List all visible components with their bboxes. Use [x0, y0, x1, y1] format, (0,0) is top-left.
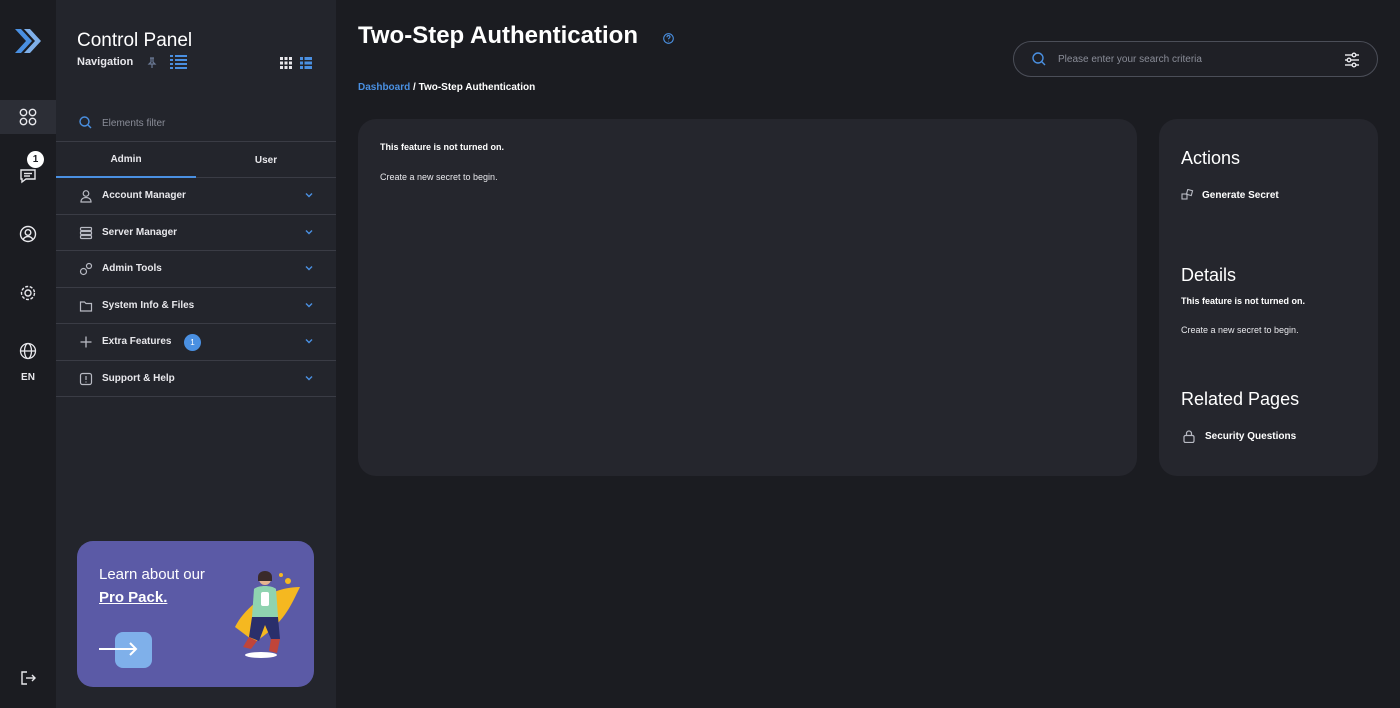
sidebar-item-label: Server Manager: [102, 226, 178, 238]
server-icon: [79, 226, 93, 239]
sidebar-item-admin-tools[interactable]: Admin Tools: [56, 251, 336, 288]
breadcrumb-current: Two-Step Authentication: [418, 82, 536, 93]
user-icon: [80, 190, 92, 203]
sidebar-tabs: Admin User: [56, 142, 336, 178]
messages-rail-button[interactable]: 1: [0, 151, 56, 193]
security-questions-link[interactable]: Security Questions: [1181, 430, 1296, 443]
sidebar-item-server-manager[interactable]: Server Manager: [56, 215, 336, 251]
lock-icon: [1183, 430, 1195, 443]
sidebar-item-label: Admin Tools: [102, 263, 162, 275]
elements-filter-input[interactable]: [102, 114, 302, 132]
pro-pack-link[interactable]: Pro Pack.: [99, 589, 167, 606]
pro-pack-promo[interactable]: Learn about our Pro Pack.: [77, 541, 314, 687]
arrow-right-icon: [99, 642, 138, 656]
chevron-down-icon: [305, 193, 313, 198]
breadcrumb-separator: /: [410, 82, 419, 93]
gears-icon: [79, 262, 93, 276]
person-illustration: [235, 571, 300, 658]
settings-rail-button[interactable]: [0, 276, 56, 310]
chevron-down-icon: [305, 375, 313, 380]
details-heading: This feature is not turned on.: [1181, 296, 1306, 306]
sidebar-title: Control Panel: [77, 30, 193, 51]
logout-icon: [21, 671, 36, 685]
chevron-down-icon: [305, 229, 313, 234]
dashboard-rail-button[interactable]: [0, 100, 56, 134]
extra-features-badge: 1: [184, 334, 201, 351]
search-icon: [1032, 52, 1046, 66]
pin-icon[interactable]: [146, 57, 158, 69]
search-icon: [79, 116, 92, 129]
alert-icon: [79, 372, 93, 385]
folder-icon: [79, 300, 93, 312]
sidebar: Control Panel Navigation Admin User Acco…: [56, 0, 336, 708]
plus-icon: [80, 336, 92, 348]
globe-icon: [19, 342, 37, 360]
sidebar-item-account-manager[interactable]: Account Manager: [56, 178, 336, 215]
grid-view-icon[interactable]: [280, 57, 292, 69]
feature-status-heading: This feature is not turned on.: [380, 142, 505, 152]
sidebar-item-system-info[interactable]: System Info & Files: [56, 288, 336, 324]
sidebar-item-label: Extra Features: [102, 336, 172, 348]
promo-text: Learn about our: [99, 566, 205, 583]
chevron-down-icon: [305, 339, 313, 344]
compact-list-icon[interactable]: [300, 57, 312, 69]
generate-secret-button[interactable]: Generate Secret: [1181, 189, 1279, 201]
apps-icon: [19, 108, 37, 126]
sidebar-item-label: Support & Help: [102, 372, 175, 384]
tab-user[interactable]: User: [196, 142, 336, 178]
main-content: Two-Step Authentication Dashboard / Two-…: [336, 0, 1400, 708]
actions-title: Actions: [1181, 148, 1241, 168]
search-bar: [1013, 41, 1378, 77]
elements-filter: [56, 108, 336, 142]
main-card: This feature is not turned on. Create a …: [358, 119, 1137, 476]
language-rail-button[interactable]: [0, 334, 56, 368]
page-title: Two-Step Authentication: [358, 22, 638, 49]
list-view-icon[interactable]: [170, 55, 187, 70]
help-icon[interactable]: [663, 33, 674, 44]
logout-rail-button[interactable]: [0, 661, 56, 695]
generate-secret-label: Generate Secret: [1202, 189, 1279, 201]
profile-rail-button[interactable]: [0, 217, 56, 251]
side-card: Actions Generate Secret Details This fea…: [1159, 119, 1378, 476]
navigation-label: Navigation: [77, 56, 134, 68]
details-text: Create a new secret to begin.: [1181, 325, 1299, 335]
related-pages-title: Related Pages: [1181, 389, 1300, 409]
notification-badge: 1: [27, 151, 44, 168]
language-code[interactable]: EN: [0, 372, 56, 383]
icon-rail: 1 EN: [0, 0, 56, 708]
search-input[interactable]: [1058, 50, 1328, 68]
sidebar-item-support-help[interactable]: Support & Help: [56, 361, 336, 397]
sidebar-item-extra-features[interactable]: Extra Features 1: [56, 324, 336, 361]
security-questions-label: Security Questions: [1205, 431, 1297, 442]
user-circle-icon: [19, 225, 37, 243]
breadcrumb: Dashboard / Two-Step Authentication: [358, 82, 535, 93]
feature-status-text: Create a new secret to begin.: [380, 172, 498, 182]
gear-icon: [20, 285, 36, 301]
chevron-down-icon: [305, 302, 313, 307]
details-title: Details: [1181, 265, 1237, 285]
sidebar-menu: Account Manager Server Manager Admin Too…: [56, 178, 336, 397]
tab-admin[interactable]: Admin: [56, 142, 196, 178]
sidebar-item-label: Account Manager: [102, 190, 186, 202]
sidebar-item-label: System Info & Files: [102, 299, 195, 311]
key-icon: [1181, 189, 1194, 200]
chevron-down-icon: [305, 266, 313, 271]
logo-icon[interactable]: [12, 26, 42, 56]
breadcrumb-dashboard-link[interactable]: Dashboard: [358, 82, 410, 93]
chat-icon: [20, 169, 36, 184]
filter-settings-icon[interactable]: [1344, 52, 1360, 68]
